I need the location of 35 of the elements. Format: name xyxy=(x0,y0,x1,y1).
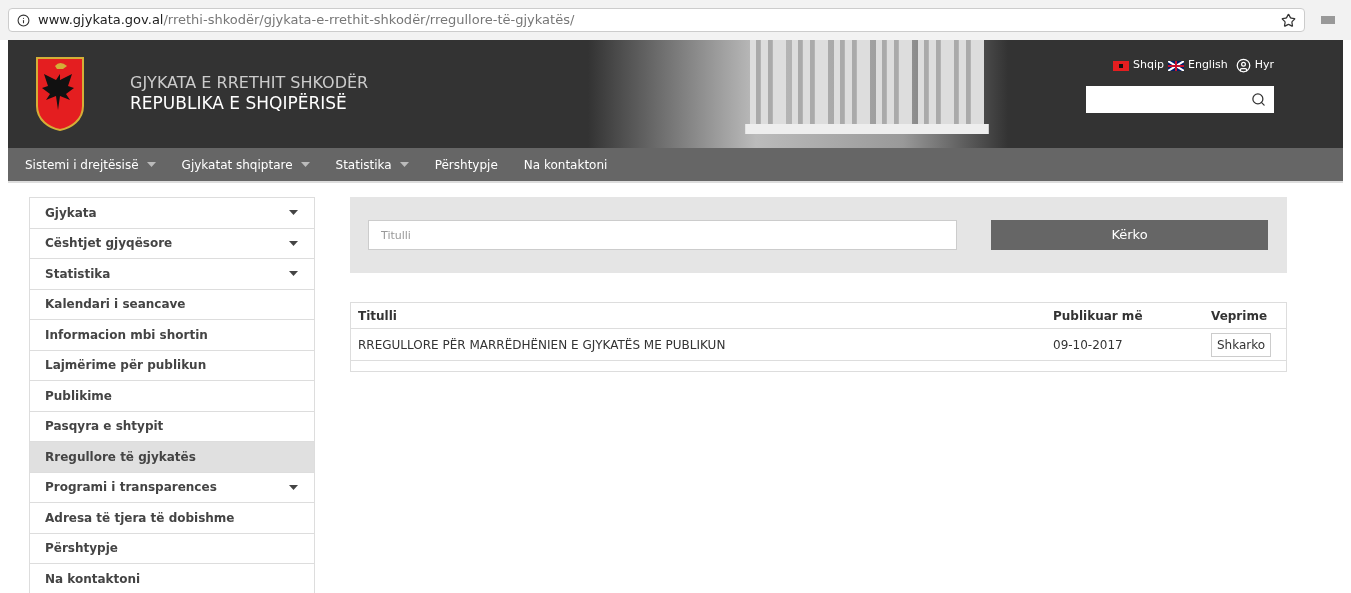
nav-menu-item[interactable]: Përshtypje xyxy=(434,155,498,174)
info-icon xyxy=(17,13,30,27)
nav-menu-item[interactable]: Statistika xyxy=(335,155,409,174)
download-button[interactable]: Shkarko xyxy=(1211,332,1272,357)
table-cell-text: RREGULLORE PËR MARRËDHËNIEN E GJYKATËS ME PUBLIKUN xyxy=(358,336,727,354)
caret-icon xyxy=(146,162,156,167)
nav-menu-item[interactable]: Na kontaktoni xyxy=(523,155,608,174)
bookmark-star-icon[interactable] xyxy=(1281,12,1296,28)
court-title: GJYKATA E RRETHIT SHKODËR xyxy=(130,73,369,93)
nav-menu-item[interactable]: Sistemi i drejtësisë xyxy=(25,155,156,174)
column-header: Publikuar më xyxy=(1053,307,1144,325)
address-bar[interactable]: www.gjykata.gov.al/rrethi-shkodër/gjykata-e-rrethit-shkodër/rregullore-të-gjykatës/ xyxy=(8,8,1305,32)
flag-icon xyxy=(1112,60,1129,71)
search-icon xyxy=(1251,91,1266,107)
caret-icon xyxy=(289,210,298,216)
user-icon xyxy=(1235,58,1251,73)
republic-title: REPUBLIKA E SHQIPËRISË xyxy=(130,93,348,115)
flag-icon xyxy=(1167,60,1184,71)
table-cell-text: 09-10-2017 xyxy=(1053,336,1124,354)
title-search-field[interactable]: Titulli xyxy=(368,220,957,250)
caret-icon xyxy=(289,271,298,277)
nav-menu-item[interactable]: Gjykatat shqiptare xyxy=(181,155,310,174)
column-header: Veprime xyxy=(1211,307,1268,325)
caret-icon xyxy=(289,240,298,246)
language-link[interactable]: English xyxy=(1187,57,1228,74)
sidebar-item[interactable]: Rregullore të gjykatës xyxy=(30,442,314,473)
column-header: Titulli xyxy=(358,307,398,325)
caret-icon xyxy=(289,484,298,490)
caret-icon xyxy=(399,162,409,167)
search-button[interactable]: Kërko xyxy=(991,220,1268,250)
url-text: www.gjykata.gov.al/rrethi-shkodër/gjykata-e-rrethit-shkodër/rregullore-të-gjykatës/ xyxy=(38,11,575,30)
caret-icon xyxy=(300,162,310,167)
site-search-field[interactable] xyxy=(1086,85,1274,113)
login-link[interactable]: Hyr xyxy=(1254,57,1274,74)
language-link[interactable]: Shqip xyxy=(1132,57,1164,74)
